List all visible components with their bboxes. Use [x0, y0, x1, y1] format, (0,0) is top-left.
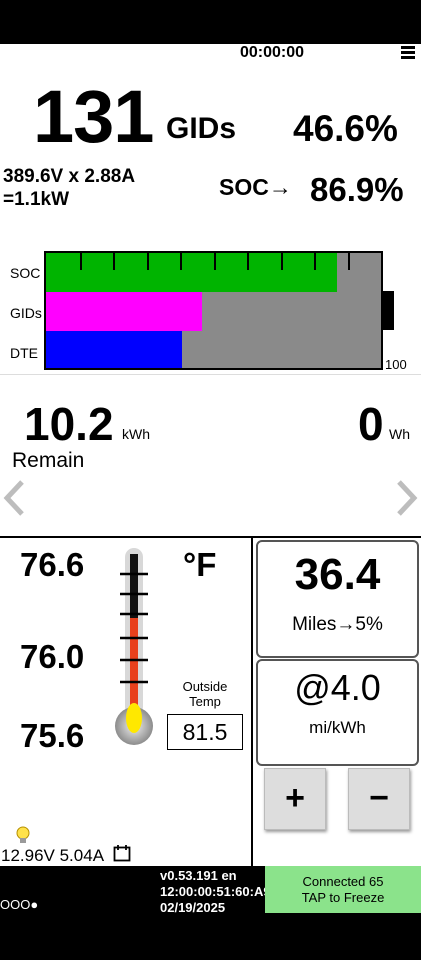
power-line: =1.1kW [3, 189, 70, 210]
bar-label-gids: GIDs [10, 305, 42, 321]
freeze-hint: TAP to Freeze [301, 890, 385, 905]
gids-percent: 46.6% [293, 108, 398, 149]
previous-page-icon[interactable] [2, 478, 26, 518]
gids-bar [46, 292, 202, 331]
clock: 00:00:00 [240, 44, 305, 61]
page-indicator: OOO● [0, 897, 39, 912]
battery-temp-mid: 76.0 [20, 638, 85, 675]
version-text: v0.53.191 en [160, 868, 237, 883]
miles-value: 36.4 [294, 550, 381, 599]
next-page-icon[interactable] [395, 478, 419, 518]
lightbulb-icon [16, 826, 30, 843]
version-info: v0.53.191 en 12:00:00:51:60:A9 02/19/202… [160, 868, 271, 916]
bar-tick [113, 253, 115, 270]
wh-value: 0 [358, 398, 384, 450]
bar-tick [247, 253, 249, 270]
bar-tick [314, 253, 316, 270]
outside-temp-value: 81.5 [167, 714, 243, 750]
bar-tick [348, 253, 350, 270]
bar-max-label: 100 [385, 357, 407, 372]
version-date: 02/19/2025 [160, 900, 226, 915]
outside-label-line1: Outside [182, 679, 228, 694]
soc-label: SOC→ [219, 174, 292, 200]
dte-bar [46, 331, 182, 368]
divider [251, 538, 253, 866]
soc-value: 86.9% [310, 171, 404, 208]
efficiency-card[interactable]: @4.0 mi/kWh [256, 659, 419, 766]
bar-tick [80, 253, 82, 270]
outside-label-line2: Temp [189, 694, 221, 709]
bar-label-dte: DTE [10, 345, 38, 361]
voltage-current-readout: 389.6V x 2.88A =1.1kW [3, 165, 135, 211]
temperature-unit: °F [183, 546, 217, 583]
divider [0, 536, 421, 538]
gids-value: 131 [33, 75, 154, 158]
bar-tick [180, 253, 182, 270]
soc-bar [46, 253, 337, 292]
bar-tick [147, 253, 149, 270]
gids-unit: GIDs [166, 112, 237, 145]
battery-temp-high: 76.6 [20, 546, 85, 583]
outside-temp-label: Outside Temp [170, 679, 240, 709]
kwh-unit: kWh [122, 426, 150, 442]
efficiency-unit: mi/kWh [309, 718, 366, 737]
miles-subtitle: Miles→5% [292, 614, 383, 635]
screen: 00:00:00 131 GIDs 46.6% 389.6V x 2.88A =… [0, 0, 421, 960]
bar-label-soc: SOC [10, 265, 41, 281]
battery-bar-chart [44, 251, 383, 370]
voltage-current-line: 389.6V x 2.88A [3, 166, 136, 187]
wh-unit: Wh [389, 426, 410, 442]
miles-card[interactable]: 36.4 Miles→5% [256, 540, 419, 658]
connection-status: Connected 65 [302, 874, 384, 889]
battery-terminal-icon [383, 291, 394, 330]
bar-tick [214, 253, 216, 270]
calendar-icon[interactable] [113, 844, 131, 862]
increase-button[interactable]: + [264, 768, 326, 830]
app-content: 00:00:00 131 GIDs 46.6% 389.6V x 2.88A =… [0, 44, 421, 866]
status-footer: OOO● v0.53.191 en 12:00:00:51:60:A9 02/1… [0, 866, 421, 916]
kwh-remaining-value: 10.2 [24, 398, 114, 450]
bar-tick [281, 253, 283, 270]
hamburger-menu-icon[interactable] [401, 46, 415, 60]
connection-status-button[interactable]: Connected 65 TAP to Freeze [265, 866, 421, 913]
battery-temp-low: 75.6 [20, 717, 85, 754]
aux-battery-readout: 12.96V 5.04A [1, 846, 105, 865]
device-address: 12:00:00:51:60:A9 [160, 884, 271, 899]
remain-label: Remain [12, 449, 85, 472]
efficiency-value: @4.0 [294, 667, 381, 708]
decrease-button[interactable]: − [348, 768, 410, 830]
thermometer-icon [115, 548, 153, 745]
